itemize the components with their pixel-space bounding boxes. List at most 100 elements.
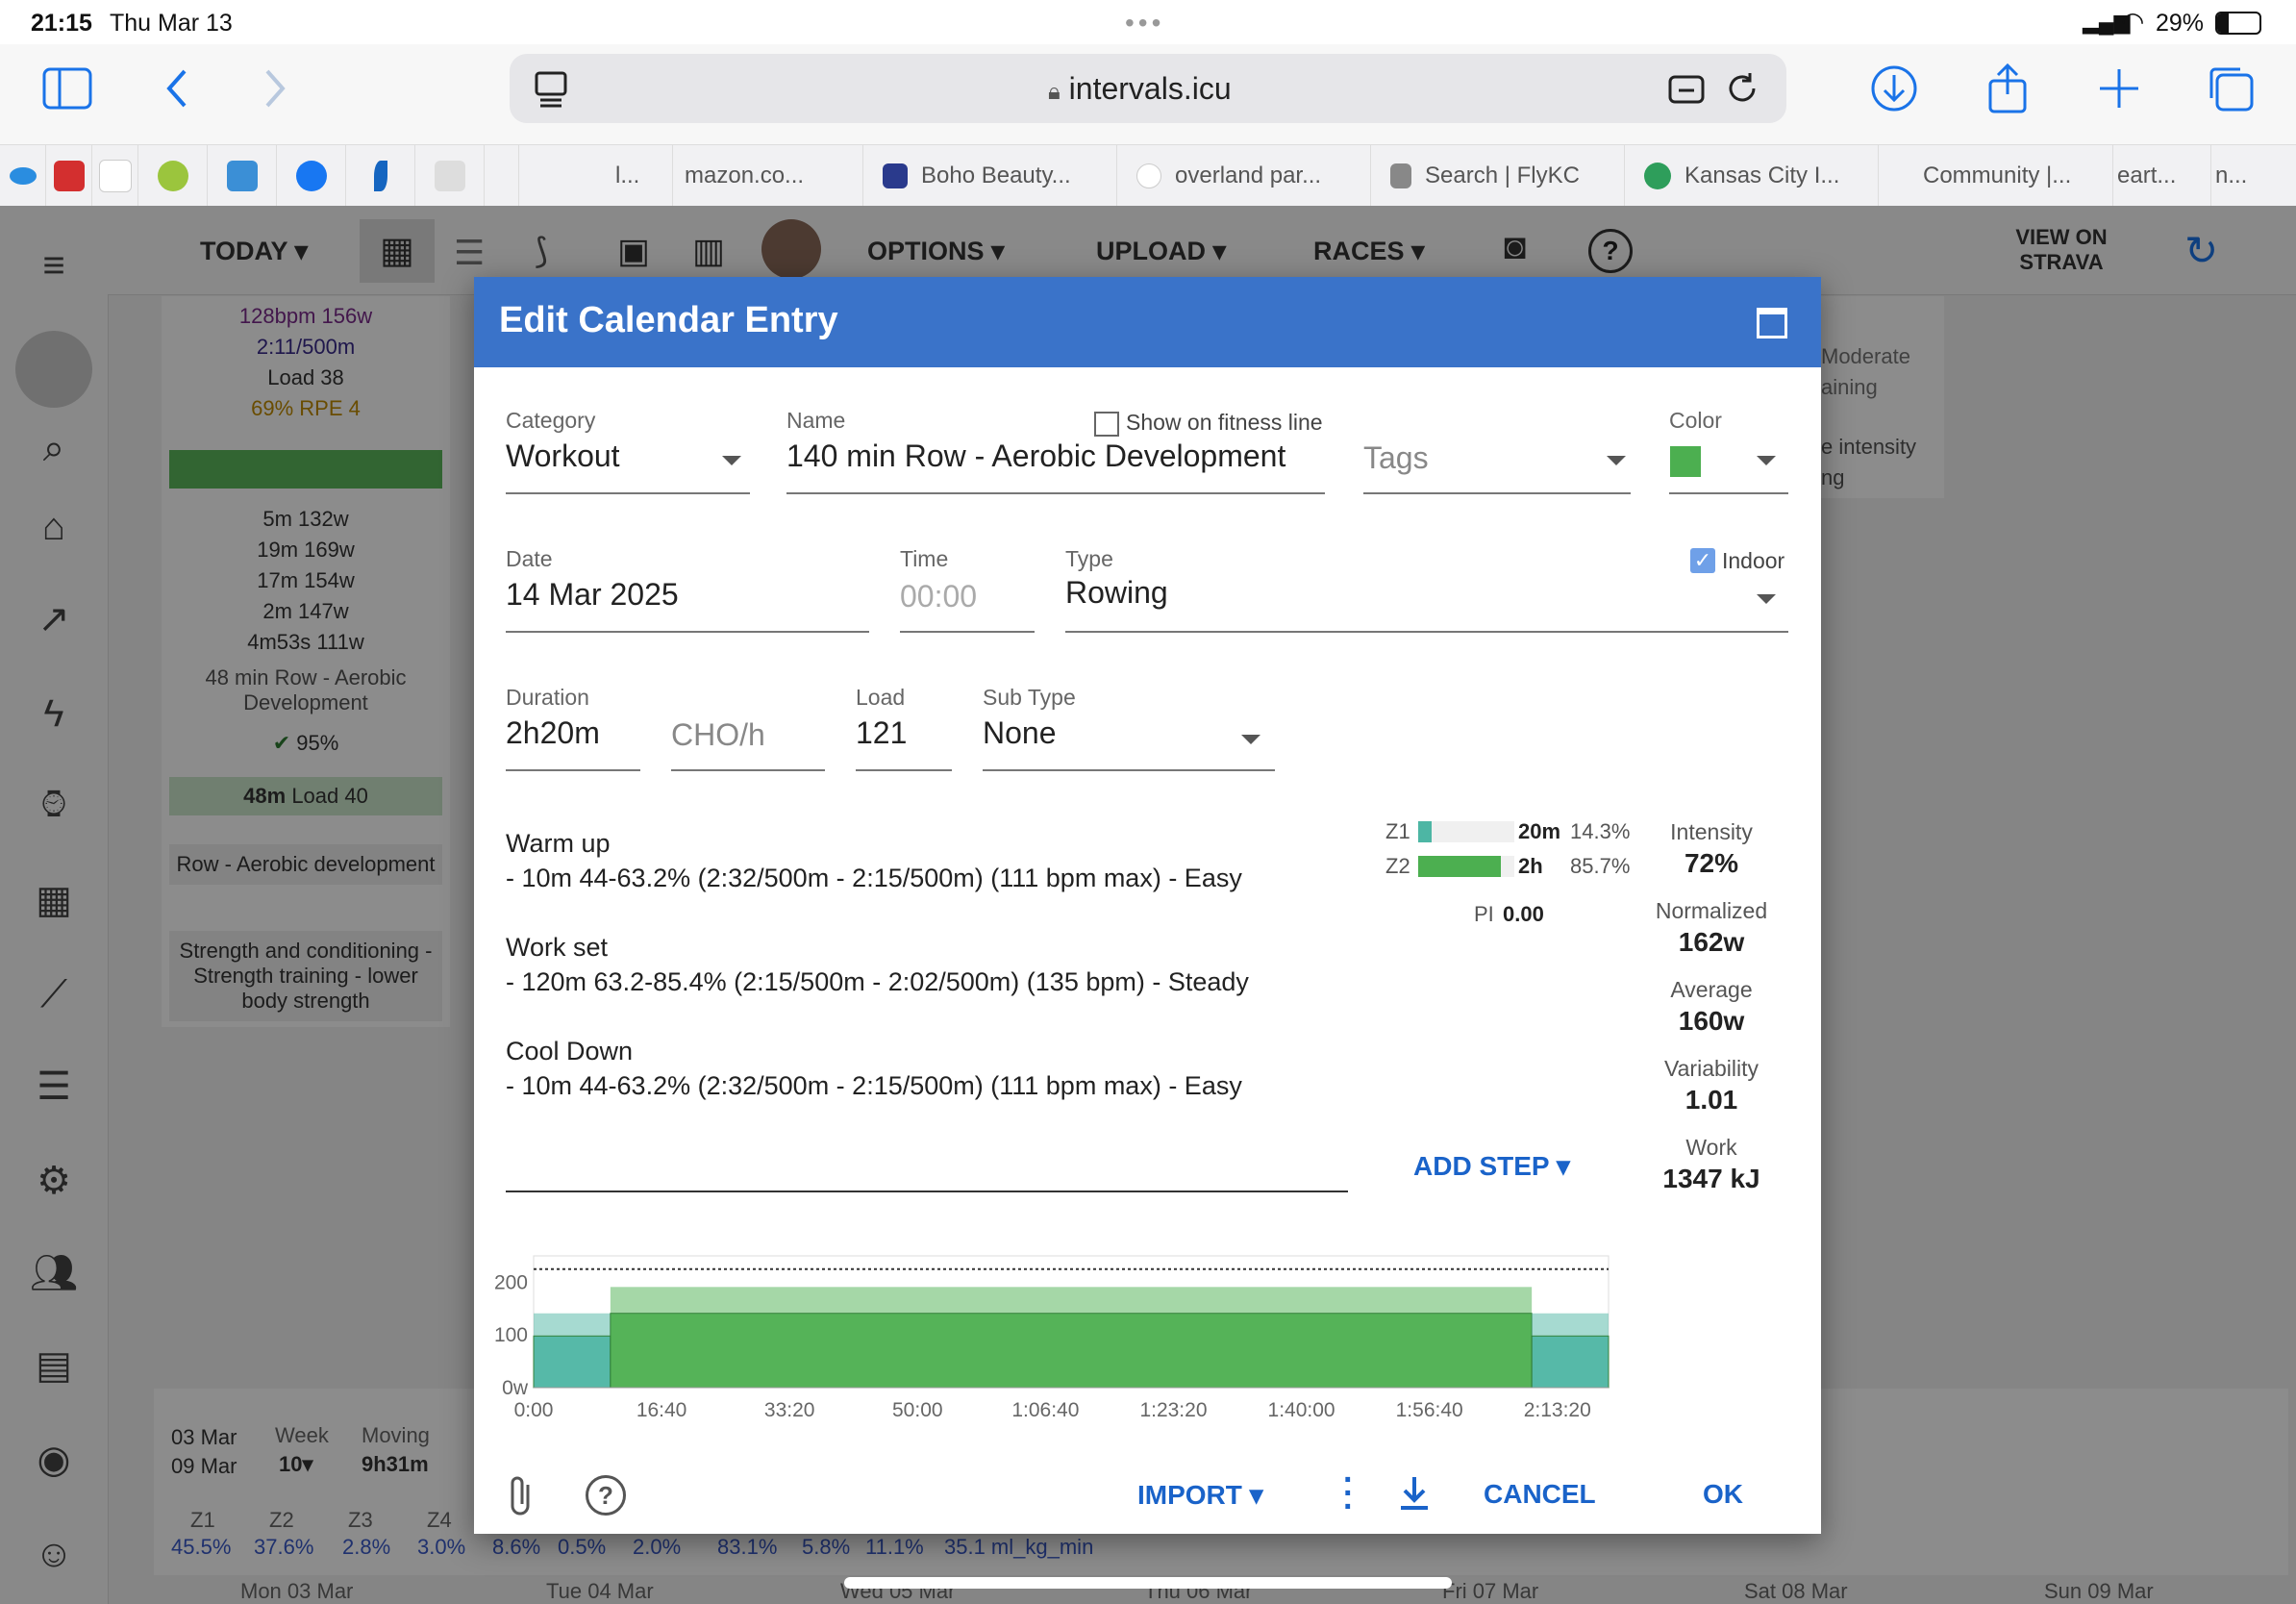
bookmark-divider [485,145,519,207]
type-select[interactable]: Rowing [1065,575,1168,611]
zone-time: 2h [1518,854,1543,878]
type-label: Type [1065,546,1113,571]
help-icon[interactable]: ? [586,1475,626,1516]
x-tick-label: 1:06:40 [1011,1399,1079,1421]
target-range-band [534,1313,611,1337]
load-input[interactable]: 121 [856,715,907,751]
workout-power-chart: 200 100 0w0:00 16:40 33:20 50:00 1:06:40 1:23:2… [494,1255,1610,1421]
name-label: Name [786,408,846,433]
bookmark-item[interactable]: n... [2211,145,2296,207]
bookmark-item[interactable]: Community |... [1879,145,2113,207]
x-tick-label: 33:20 [764,1399,815,1421]
more-vert-icon[interactable]: · · · [1343,1464,1354,1523]
name-input[interactable]: 140 min Row - Aerobic Development [786,439,1285,474]
reload-icon[interactable] [1723,69,1761,113]
step-title: Cool Down [506,1037,634,1065]
x-tick-label: 0:00 [514,1399,554,1421]
work-value: 1347 kJ [1662,1164,1760,1193]
step-detail: - 10m 44-63.2% (2:32/500m - 2:15/500m) (… [506,864,1242,892]
attachment-icon[interactable] [509,1475,537,1527]
date-label: Date [506,546,553,571]
import-button[interactable]: IMPORT ▾ [1137,1479,1263,1511]
address-bar[interactable]: 🔒︎ intervals.icu [510,54,1786,123]
maximize-icon[interactable] [1757,308,1787,338]
bookmark-favicon[interactable] [208,145,277,207]
bookmark-item[interactable]: Kansas City I... [1625,145,1879,207]
step-detail: - 120m 63.2-85.4% (2:15/500m - 2:02/500m… [506,967,1249,996]
tabs-overview-icon[interactable] [2206,63,2256,122]
new-tab-icon[interactable] [2096,63,2142,122]
workout-description[interactable]: Warm up - 10m 44-63.2% (2:32/500m - 2:15… [474,829,1359,1117]
bookmark-item[interactable]: Boho Beauty... [863,145,1117,207]
description-underline [506,1190,1348,1192]
bookmark-favicon[interactable] [346,145,415,207]
time-label: Time [900,546,949,571]
show-fitness-label: Show on fitness line [1126,410,1323,435]
share-icon[interactable] [1984,62,2031,124]
cho-input[interactable]: CHO/h [671,717,765,753]
zone-bar-fill [1418,821,1433,842]
category-label: Category [506,408,596,433]
facebook-icon[interactable] [277,145,346,207]
x-tick-label: 1:56:40 [1396,1399,1463,1421]
chevron-down-icon[interactable] [1757,594,1776,604]
duration-input[interactable]: 2h20m [506,715,600,751]
field-underline [506,492,750,494]
bookmark-favicon[interactable] [92,145,138,207]
x-tick-label: 50:00 [892,1399,943,1421]
field-underline [671,769,825,771]
download-icon[interactable] [1399,1475,1430,1516]
back-icon[interactable] [162,63,190,122]
bookmark-item[interactable]: eart... [2113,145,2211,207]
url-text[interactable]: 🔒︎ intervals.icu [1048,71,1232,107]
cancel-button[interactable]: CANCEL [1484,1479,1596,1510]
indoor-checkbox[interactable]: ✓ [1690,548,1715,573]
field-underline [786,492,1325,494]
bookmark-favicon[interactable] [138,145,208,207]
target-range-band [1532,1313,1609,1337]
zone-bar-fill [1418,856,1501,877]
battery-percent: 29% [2156,10,2205,37]
tags-input[interactable]: Tags [1363,440,1429,476]
date-input[interactable]: 14 Mar 2025 [506,577,679,613]
intensity-value: 72% [1684,848,1739,878]
multitask-dots-icon[interactable]: ••• [1125,8,1164,38]
show-fitness-checkbox[interactable] [1094,412,1119,437]
extensions-icon[interactable] [1667,71,1710,113]
duration-label: Duration [506,685,589,710]
status-bar: 21:15 Thu Mar 13 ••• ▂▄▆ ◠ 29% [0,0,2296,44]
wifi-icon: ◠ [2121,7,2145,37]
home-indicator[interactable] [844,1577,1452,1589]
subtype-select[interactable]: None [983,715,1057,751]
download-icon[interactable] [1869,63,1919,122]
time-input[interactable]: 00:00 [900,579,977,614]
bookmark-favicon [1644,163,1671,189]
color-swatch[interactable] [1670,446,1701,477]
bookmark-favicon[interactable] [0,145,46,207]
category-select[interactable]: Workout [506,439,620,474]
bookmark-item[interactable]: overland par... [1117,145,1371,207]
zone-percent: 85.7% [1570,854,1631,878]
color-label: Color [1669,408,1722,433]
zone-percent: 14.3% [1570,819,1631,843]
ok-button[interactable]: OK [1703,1479,1743,1510]
sidebar-icon[interactable] [42,67,92,118]
zone-bar-track [1418,821,1514,842]
bookmark-item[interactable]: mazon.co... [673,145,863,207]
add-step-button[interactable]: ADD STEP ▾ [1413,1150,1570,1182]
chevron-down-icon: ▾ [1556,1151,1570,1181]
indoor-label: Indoor [1722,548,1785,573]
x-tick-label: 16:40 [636,1399,687,1421]
bookmark-item[interactable]: l... [519,145,673,207]
chevron-down-icon[interactable] [1757,456,1776,465]
step-title: Work set [506,933,609,962]
bookmark-favicon[interactable] [46,145,92,207]
bookmark-item[interactable]: Search | FlyKC [1371,145,1625,207]
forward-icon[interactable] [262,63,290,122]
chevron-down-icon[interactable] [1241,735,1260,744]
chevron-down-icon[interactable] [722,456,741,465]
reader-icon[interactable] [535,71,567,113]
bookmark-favicon[interactable] [415,145,485,207]
dialog-title: Edit Calendar Entry [499,300,838,340]
chevron-down-icon[interactable] [1607,456,1626,465]
